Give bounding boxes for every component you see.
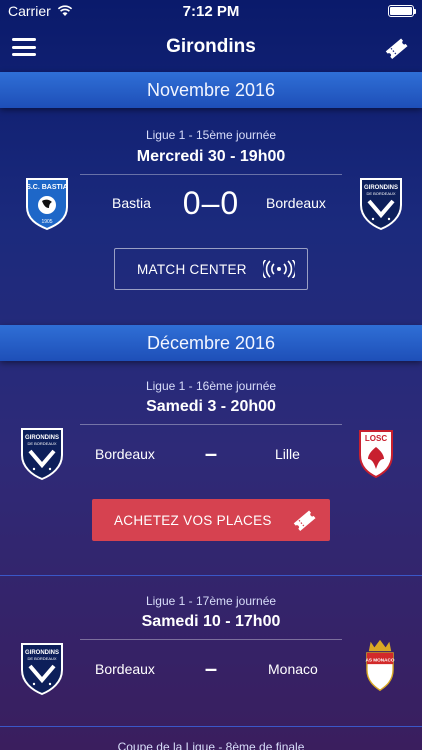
svg-text:DE BORDEAUX: DE BORDEAUX — [366, 191, 395, 196]
page-title: Girondins — [166, 36, 256, 57]
competition-label: Ligue 1 - 15ème journée — [145, 128, 277, 142]
svg-text:AS MONACO: AS MONACO — [366, 657, 395, 662]
divider-line — [80, 424, 342, 425]
ticket-icon[interactable] — [382, 34, 410, 62]
match-date: Samedi 3 - 20h00 — [146, 398, 276, 415]
broadcast-icon — [263, 260, 295, 278]
status-time: 7:12 PM — [182, 2, 240, 20]
match-center-button[interactable]: MATCH CENTER — [114, 248, 308, 290]
away-team-name: Lille — [275, 446, 300, 462]
navbar: Girondins — [0, 22, 422, 72]
competition-label: Ligue 1 - 17ème journée — [145, 594, 277, 608]
section-header-december: Décembre 2016 — [0, 325, 422, 361]
away-team-name: Bordeaux — [266, 195, 326, 211]
ticket-icon — [293, 510, 316, 532]
match-card[interactable]: Ligue 1 - 15ème journée Mercredi 30 - 19… — [0, 108, 422, 326]
match-date: Samedi 10 - 17h00 — [141, 613, 281, 630]
match-center-label: MATCH CENTER — [137, 261, 247, 277]
divider-line — [80, 174, 342, 175]
competition-label: Coupe de la Ligue - 8ème de finale — [117, 740, 305, 750]
svg-text:LOSC: LOSC — [365, 434, 387, 443]
competition-label: Ligue 1 - 16ème journée — [145, 379, 277, 393]
match-card[interactable]: Ligue 1 - 16ème journée Samedi 3 - 20h00… — [0, 361, 422, 575]
lille-crest-icon: LOSC — [359, 430, 393, 479]
match-card[interactable]: Ligue 1 - 17ème journée Samedi 10 - 17h0… — [0, 576, 422, 726]
away-team-name: Monaco — [268, 661, 318, 677]
buy-tickets-button[interactable]: ACHETEZ VOS PLACES — [92, 499, 330, 541]
list-divider — [0, 726, 422, 727]
menu-icon[interactable] — [12, 38, 36, 56]
bordeaux-crest-icon: GIRONDINS DE BORDEAUX — [360, 178, 402, 231]
monaco-crest-icon: AS MONACO — [366, 639, 395, 692]
section-header-november: Novembre 2016 — [0, 72, 422, 108]
divider-line — [80, 639, 342, 640]
match-date: Mercredi 30 - 19h00 — [136, 148, 286, 165]
buy-tickets-label: ACHETEZ VOS PLACES — [114, 512, 272, 528]
status-bar: Carrier 7:12 PM — [0, 0, 422, 22]
battery-icon — [388, 5, 416, 17]
